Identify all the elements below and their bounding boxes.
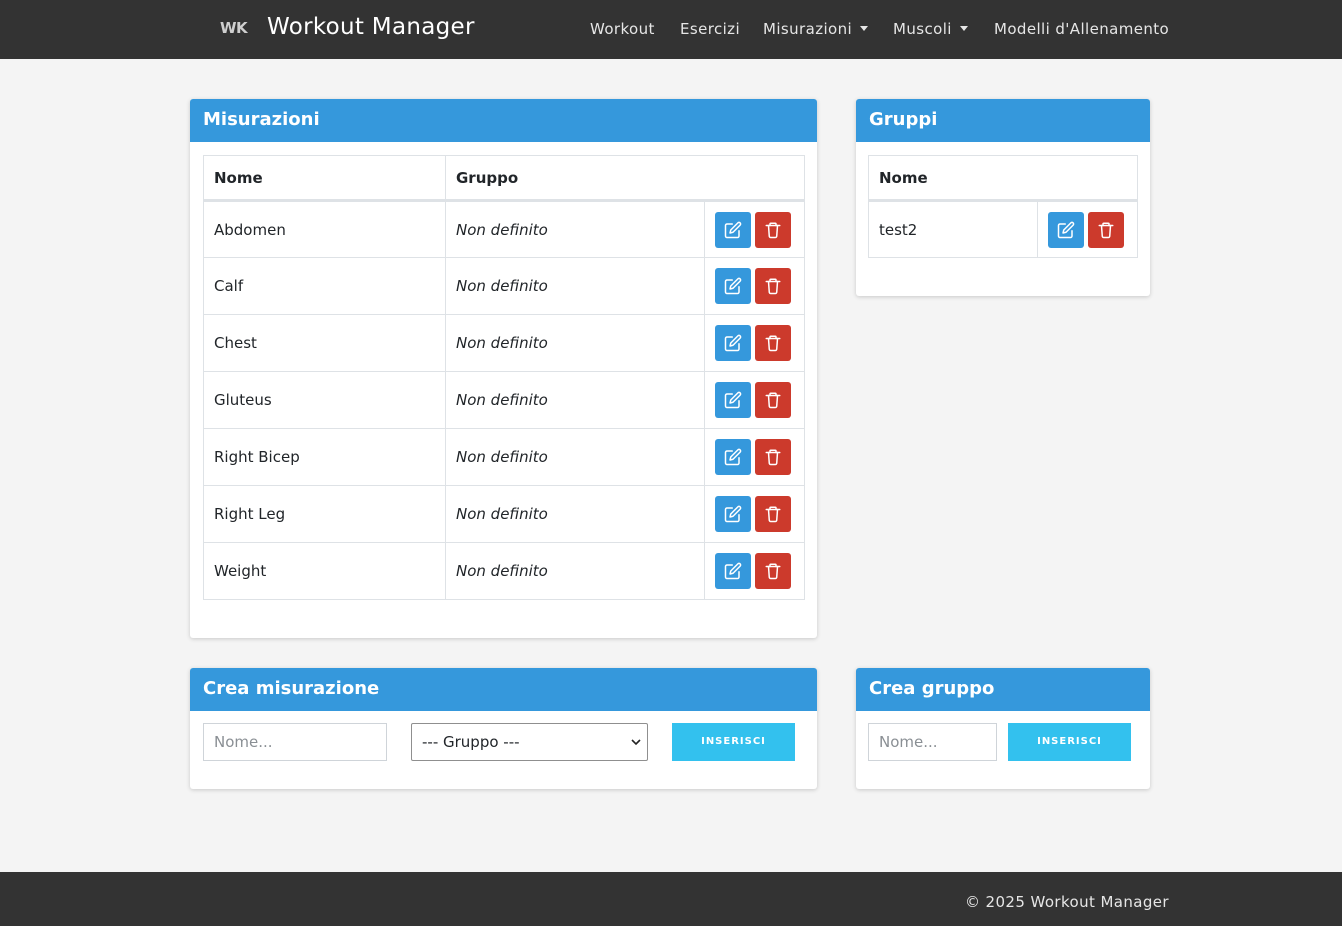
nav-link-workout[interactable]: Workout <box>590 20 655 38</box>
misurazioni-card: Misurazioni Nome Gruppo Abdomen Non defin… <box>190 99 817 638</box>
navbar: WK Workout Manager Workout Esercizi Misu… <box>0 0 1342 59</box>
table-row: Right Leg Non definito <box>203 485 805 543</box>
crea-gruppo-card: Crea gruppo Nome... INSERISCI <box>856 668 1150 789</box>
nav-dropdown-misurazioni-label: Misurazioni <box>763 20 853 38</box>
delete-button[interactable] <box>1088 211 1124 248</box>
table-header-row: Nome Gruppo <box>203 155 805 202</box>
delete-button[interactable] <box>755 325 791 361</box>
delete-button[interactable] <box>755 268 791 304</box>
gruppi-table: Nome test2 <box>868 155 1138 258</box>
gruppo-nome: test2 <box>868 200 1038 258</box>
misurazione-gruppo: Non definito <box>445 371 705 429</box>
caret-down-icon <box>959 26 968 31</box>
edit-button[interactable] <box>1048 211 1084 248</box>
gruppi-card-title: Gruppi <box>856 99 1150 142</box>
edit-button[interactable] <box>715 325 751 361</box>
row-actions <box>704 371 805 429</box>
delete-button[interactable] <box>755 382 791 418</box>
gruppo-select-value: --- Gruppo --- <box>422 733 520 751</box>
misurazione-gruppo: Non definito <box>445 542 705 600</box>
table-row: Right Bicep Non definito <box>203 428 805 486</box>
inserisci-misurazione-button[interactable]: INSERISCI <box>672 723 795 761</box>
row-actions <box>1037 200 1138 258</box>
row-actions <box>704 428 805 486</box>
edit-button[interactable] <box>715 268 751 304</box>
edit-button[interactable] <box>715 553 751 589</box>
misurazione-nome: Chest <box>203 314 446 372</box>
delete-button[interactable] <box>755 211 791 248</box>
row-actions <box>704 200 805 258</box>
column-header-nome: Nome <box>868 155 1138 202</box>
misurazione-gruppo: Non definito <box>445 314 705 372</box>
table-row: Gluteus Non definito <box>203 371 805 429</box>
misurazione-nome: Right Bicep <box>203 428 446 486</box>
misurazione-gruppo: Non definito <box>445 428 705 486</box>
row-actions <box>704 485 805 543</box>
nav-link-modelli[interactable]: Modelli d'Allenamento <box>994 20 1169 38</box>
nav-dropdown-misurazioni[interactable]: Misurazioni <box>763 20 869 38</box>
misurazioni-card-title: Misurazioni <box>190 99 817 142</box>
crea-misurazione-title: Crea misurazione <box>190 668 817 711</box>
caret-down-icon <box>860 26 869 31</box>
edit-button[interactable] <box>715 439 751 475</box>
table-row: Weight Non definito <box>203 542 805 600</box>
misurazione-nome: Weight <box>203 542 446 600</box>
misurazioni-table: Nome Gruppo Abdomen Non definito Calf Non d… <box>203 155 805 600</box>
table-row: test2 <box>868 200 1138 258</box>
row-actions <box>704 542 805 600</box>
nav-dropdown-muscoli[interactable]: Muscoli <box>893 20 968 38</box>
delete-button[interactable] <box>755 553 791 589</box>
nav-links: Workout Esercizi Misurazioni Muscoli Mod… <box>0 20 1342 40</box>
gruppi-card: Gruppi Nome test2 <box>856 99 1150 296</box>
misurazione-gruppo: Non definito <box>445 257 705 315</box>
column-header-gruppo: Gruppo <box>445 155 805 202</box>
chevron-down-icon <box>631 739 641 746</box>
table-row: Abdomen Non definito <box>203 200 805 258</box>
footer-copyright: © 2025 Workout Manager <box>964 893 1169 911</box>
misurazione-nome: Abdomen <box>203 200 446 258</box>
crea-gruppo-title: Crea gruppo <box>856 668 1150 711</box>
edit-button[interactable] <box>715 382 751 418</box>
table-header-row: Nome <box>868 155 1138 202</box>
edit-button[interactable] <box>715 211 751 248</box>
table-row: Calf Non definito <box>203 257 805 315</box>
misurazione-nome-input[interactable]: Nome... <box>203 723 387 761</box>
row-actions <box>704 314 805 372</box>
inserisci-gruppo-button[interactable]: INSERISCI <box>1008 723 1131 761</box>
nav-dropdown-muscoli-label: Muscoli <box>893 20 952 38</box>
delete-button[interactable] <box>755 439 791 475</box>
misurazione-nome: Gluteus <box>203 371 446 429</box>
misurazione-nome: Calf <box>203 257 446 315</box>
crea-misurazione-card: Crea misurazione Nome... --- Gruppo --- … <box>190 668 817 789</box>
delete-button[interactable] <box>755 496 791 532</box>
column-header-nome: Nome <box>203 155 446 202</box>
row-actions <box>704 257 805 315</box>
table-row: Chest Non definito <box>203 314 805 372</box>
misurazione-gruppo: Non definito <box>445 200 705 258</box>
edit-button[interactable] <box>715 496 751 532</box>
nav-link-esercizi[interactable]: Esercizi <box>680 20 740 38</box>
misurazione-nome: Right Leg <box>203 485 446 543</box>
misurazione-gruppo: Non definito <box>445 485 705 543</box>
gruppo-nome-input[interactable]: Nome... <box>868 723 997 761</box>
footer: © 2025 Workout Manager <box>0 872 1342 926</box>
gruppo-select[interactable]: --- Gruppo --- <box>411 723 648 761</box>
